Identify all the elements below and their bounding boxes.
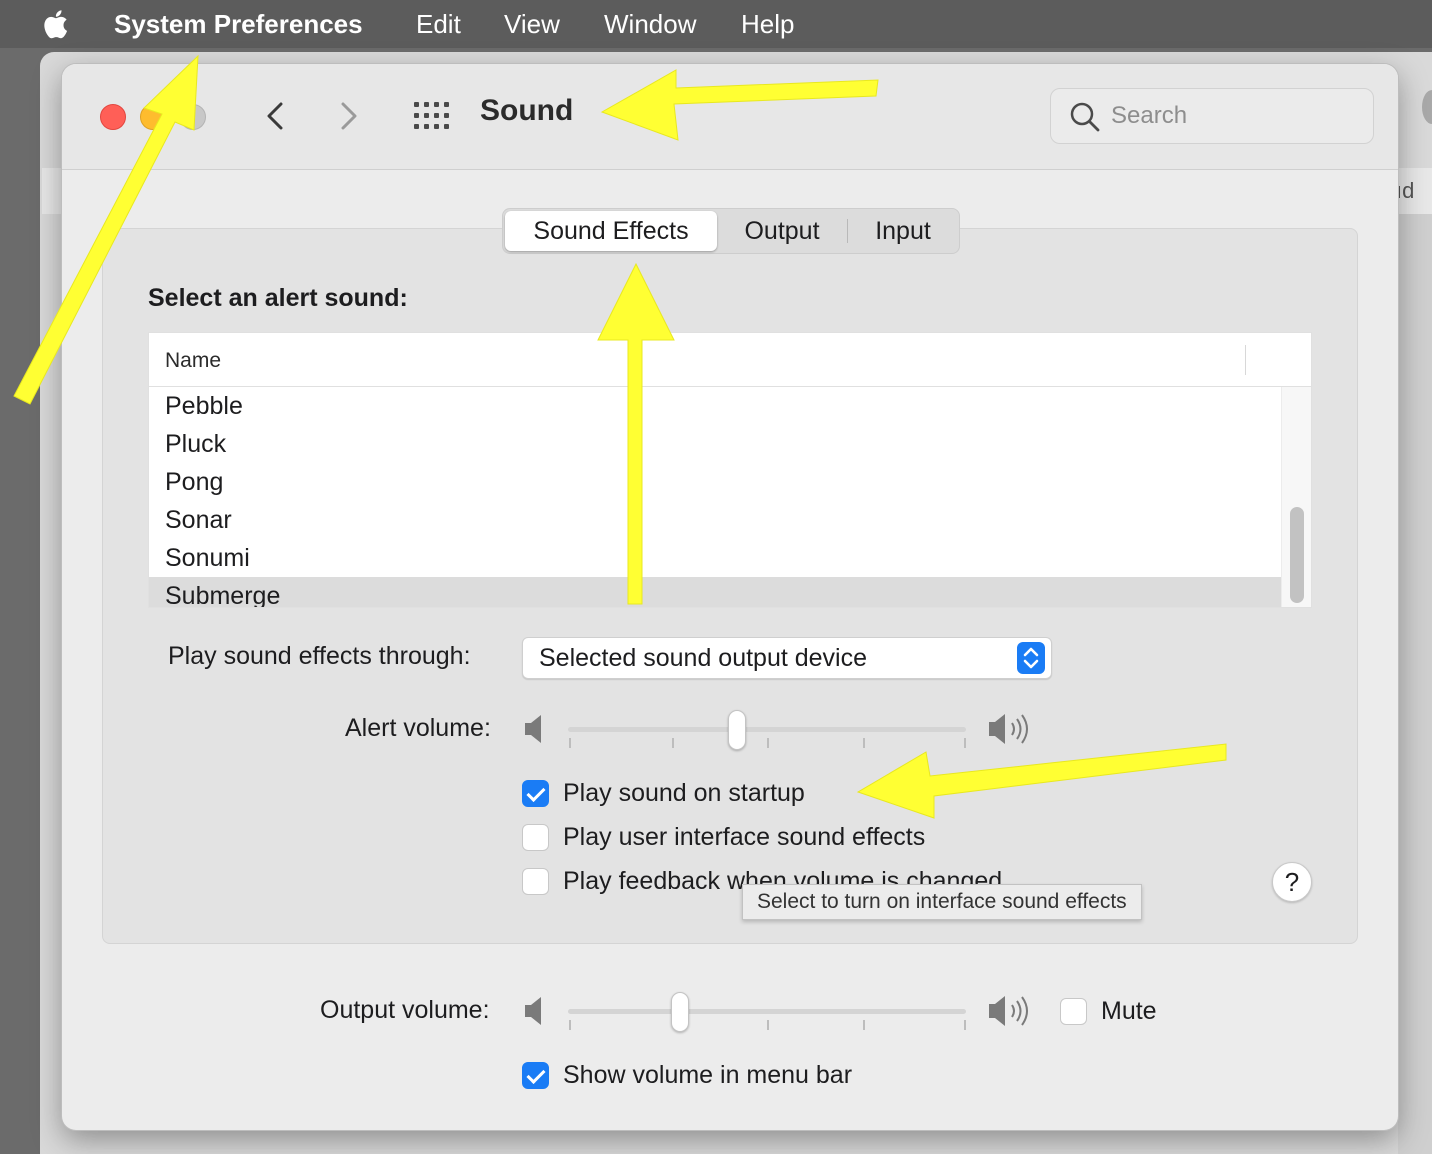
background-window-edge — [1398, 214, 1432, 1154]
alert-volume-slider[interactable] — [568, 710, 968, 750]
chevron-left-icon[interactable] — [260, 98, 290, 134]
menu-app-name[interactable]: System Preferences — [114, 0, 363, 48]
title-bar: Sound — [62, 64, 1398, 170]
alert-volume-knob[interactable] — [727, 710, 746, 750]
list-item[interactable]: Pluck — [149, 425, 1281, 463]
mute-checkbox[interactable] — [1060, 998, 1087, 1025]
help-button[interactable]: ? — [1272, 862, 1312, 902]
select-stepper[interactable] — [1017, 642, 1045, 674]
list-item-selected[interactable]: Submerge — [149, 577, 1281, 607]
show-volume-menubar-checkbox[interactable] — [522, 1061, 549, 1089]
speaker-high-icon — [989, 714, 1028, 744]
startup-sound-checkbox[interactable] — [522, 779, 549, 807]
show-volume-menubar-option[interactable]: Show volume in menu bar — [522, 1060, 852, 1090]
tab-bar: Sound Effects Output Input — [502, 208, 960, 254]
menu-bar: System Preferences Edit View Window Help — [0, 0, 1432, 48]
sound-rows: Pebble Pluck Pong Sonar Sonumi Submerge — [149, 387, 1281, 607]
tab-divider — [847, 219, 848, 243]
tab-output[interactable]: Output — [721, 211, 843, 251]
alert-sound-heading: Select an alert sound: — [148, 284, 408, 312]
show-volume-menubar-label[interactable]: Show volume in menu bar — [563, 1061, 852, 1090]
show-all-grid-icon[interactable] — [414, 102, 450, 130]
list-item[interactable]: Pebble — [149, 387, 1281, 425]
search-icon — [1070, 102, 1100, 132]
background-window-text: ıd — [1396, 178, 1415, 203]
apple-icon[interactable] — [40, 6, 74, 42]
column-header-name[interactable]: Name — [165, 349, 221, 373]
search-input[interactable] — [1111, 97, 1361, 135]
scrollbar-thumb[interactable] — [1290, 507, 1304, 603]
tab-input[interactable]: Input — [849, 211, 957, 251]
output-volume-label: Output volume: — [320, 996, 490, 1024]
startup-sound-option[interactable]: Play sound on startup — [522, 778, 805, 808]
sound-preferences-window: Sound Sound Effects Output Input Select … — [62, 64, 1398, 1130]
speaker-low-icon — [525, 715, 541, 743]
startup-sound-label[interactable]: Play sound on startup — [563, 779, 805, 808]
menu-help[interactable]: Help — [741, 0, 794, 48]
window-title: Sound — [480, 94, 574, 127]
speaker-high-icon — [989, 996, 1028, 1026]
menu-edit[interactable]: Edit — [416, 0, 461, 48]
play-through-label: Play sound effects through: — [168, 642, 471, 670]
list-item[interactable]: Pong — [149, 463, 1281, 501]
ui-sound-effects-option[interactable]: Play user interface sound effects — [522, 822, 925, 852]
mute-option[interactable]: Mute — [1060, 997, 1157, 1026]
up-down-chevron-icon — [1023, 647, 1039, 669]
tab-sound-effects[interactable]: Sound Effects — [505, 211, 717, 251]
list-item[interactable]: Sonar — [149, 501, 1281, 539]
ui-sound-effects-label[interactable]: Play user interface sound effects — [563, 823, 925, 852]
output-volume-slider[interactable] — [568, 992, 968, 1032]
chevron-right-icon[interactable] — [334, 98, 364, 134]
minimize-button[interactable] — [140, 104, 166, 130]
play-through-select[interactable]: Selected sound output device — [522, 637, 1052, 679]
alert-volume-label: Alert volume: — [345, 714, 491, 742]
zoom-button[interactable] — [180, 104, 206, 130]
volume-feedback-checkbox[interactable] — [522, 867, 549, 895]
output-volume-knob[interactable] — [670, 992, 689, 1032]
mute-label[interactable]: Mute — [1101, 997, 1157, 1026]
list-scrollbar[interactable] — [1281, 387, 1311, 607]
list-item[interactable]: Sonumi — [149, 539, 1281, 577]
column-divider — [1245, 345, 1246, 375]
search-field[interactable] — [1050, 88, 1374, 144]
ui-sound-effects-checkbox[interactable] — [522, 823, 549, 851]
speaker-low-icon — [525, 997, 541, 1025]
menu-window[interactable]: Window — [604, 0, 696, 48]
alert-sound-list[interactable]: Name Pebble Pluck Pong Sonar Sonumi Subm… — [148, 332, 1312, 608]
tooltip: Select to turn on interface sound effect… — [742, 884, 1142, 920]
play-through-value: Selected sound output device — [539, 644, 868, 672]
list-header[interactable]: Name — [149, 333, 1311, 387]
menu-view[interactable]: View — [504, 0, 560, 48]
close-button[interactable] — [100, 104, 126, 130]
